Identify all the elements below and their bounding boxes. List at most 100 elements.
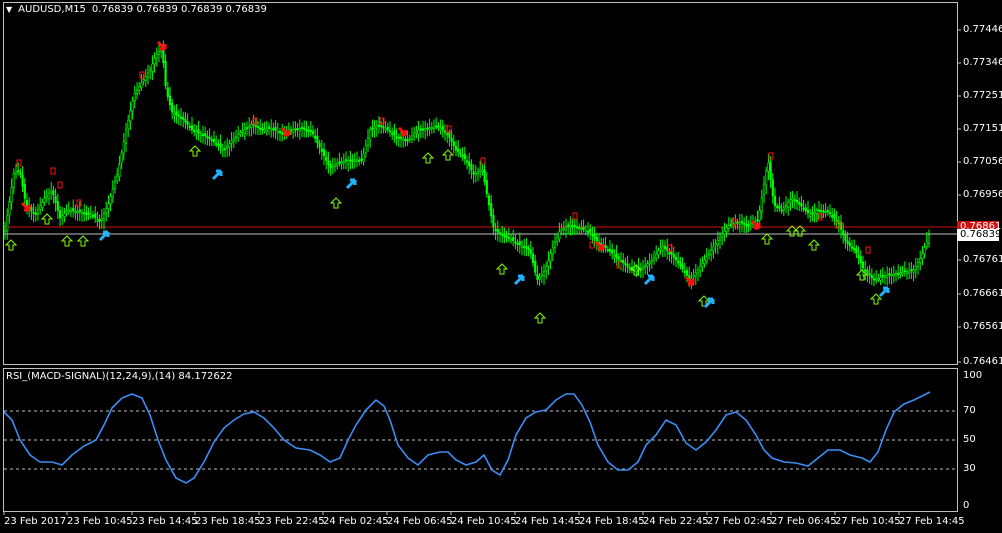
candle-body: [877, 277, 880, 281]
candle-body: [769, 161, 772, 180]
price-axis-label: 0.77251: [963, 90, 1002, 101]
candle-body: [703, 259, 706, 264]
candle-body: [567, 224, 570, 227]
candle-body: [888, 273, 891, 276]
candle-body: [430, 126, 433, 130]
candle-body: [36, 209, 40, 214]
candle-body: [151, 63, 154, 72]
candle-body: [371, 127, 374, 130]
candle-body: [815, 210, 818, 214]
candle-body: [908, 270, 911, 273]
candle-body: [428, 127, 431, 130]
candle-body: [311, 130, 315, 135]
candle-body: [635, 268, 638, 272]
candle-body: [10, 187, 13, 203]
candle-body: [835, 219, 838, 222]
up-arrow-icon: [329, 197, 343, 209]
candle-body: [857, 254, 860, 259]
blue-signal-arrow-icon: [878, 286, 890, 298]
candle-body: [859, 256, 862, 264]
candle-body: [340, 161, 343, 165]
candle-body: [501, 233, 504, 236]
candle-body: [512, 237, 515, 242]
candle-body: [806, 209, 810, 214]
candle-body: [529, 249, 532, 254]
candle-body: [479, 169, 482, 172]
candle-body: [628, 267, 631, 270]
candle-body: [842, 230, 845, 236]
candle-body: [483, 169, 486, 183]
chart-canvas[interactable]: [0, 0, 1002, 533]
candle-body: [833, 213, 836, 219]
candle-body: [408, 137, 411, 140]
candle-body: [452, 141, 455, 147]
candle-body: [652, 256, 656, 260]
candle-body: [421, 128, 425, 131]
rsi-level-label: 30: [963, 463, 976, 474]
candle-body: [465, 160, 469, 163]
candle-body: [672, 254, 675, 258]
candle-body: [536, 273, 539, 280]
candle-body: [670, 251, 673, 255]
up-arrow-icon: [421, 152, 435, 164]
sell-marker-icon: [76, 199, 82, 207]
candle-body: [69, 210, 73, 213]
candle-body: [6, 215, 9, 232]
candle-body: [47, 193, 51, 199]
candle-body: [155, 53, 158, 59]
candle-body: [133, 93, 136, 102]
candle-body: [164, 61, 167, 87]
candle-body: [184, 119, 187, 123]
candle-body: [844, 234, 847, 241]
candle-body: [674, 256, 678, 261]
candle-body: [120, 152, 123, 164]
candle-body: [685, 270, 689, 276]
candle-body: [716, 240, 719, 246]
candle-body: [237, 134, 240, 138]
candle-body: [712, 246, 715, 252]
candle-body: [679, 261, 682, 266]
candle-body: [76, 211, 79, 214]
candle-body: [870, 275, 873, 279]
candle-body: [327, 160, 330, 166]
candle-body: [336, 163, 339, 167]
candle-body: [476, 171, 480, 174]
candle-body: [67, 209, 70, 212]
symbol-label: AUDUSD,M15: [18, 4, 86, 15]
candle-body: [912, 269, 915, 273]
candle-body: [457, 148, 460, 153]
candle-body: [109, 196, 112, 205]
candle-body: [274, 126, 277, 131]
candle-body: [320, 148, 323, 152]
rsi-level-label: 0: [963, 500, 970, 511]
candle-body: [347, 160, 350, 164]
candle-body: [248, 125, 251, 129]
candle-body: [173, 113, 176, 116]
candle-body: [417, 129, 420, 135]
candle-body: [784, 204, 788, 207]
candle-body: [41, 202, 44, 208]
candle-body: [699, 266, 702, 271]
blue-signal-arrow-icon: [345, 178, 357, 190]
candle-body: [518, 241, 521, 246]
candle-body: [424, 128, 427, 131]
candle-body: [463, 154, 466, 160]
candle-body: [217, 143, 220, 146]
candle-body: [795, 199, 799, 203]
candle-body: [166, 87, 169, 97]
candle-body: [61, 215, 64, 219]
candle-body: [696, 269, 700, 274]
candle-body: [201, 133, 205, 136]
candle-body: [362, 153, 365, 163]
candle-body: [677, 260, 680, 264]
candle-body: [897, 272, 900, 275]
candle-body: [584, 230, 587, 233]
candle-body: [221, 148, 224, 151]
candle-body: [804, 207, 807, 212]
candle-body: [12, 172, 15, 188]
candle-body: [793, 199, 796, 202]
candle-body: [230, 140, 233, 144]
candle-body: [468, 161, 471, 167]
time-axis-label: 24 Feb 10:45: [451, 516, 517, 527]
dropdown-triangle-icon[interactable]: ▼: [6, 5, 12, 14]
